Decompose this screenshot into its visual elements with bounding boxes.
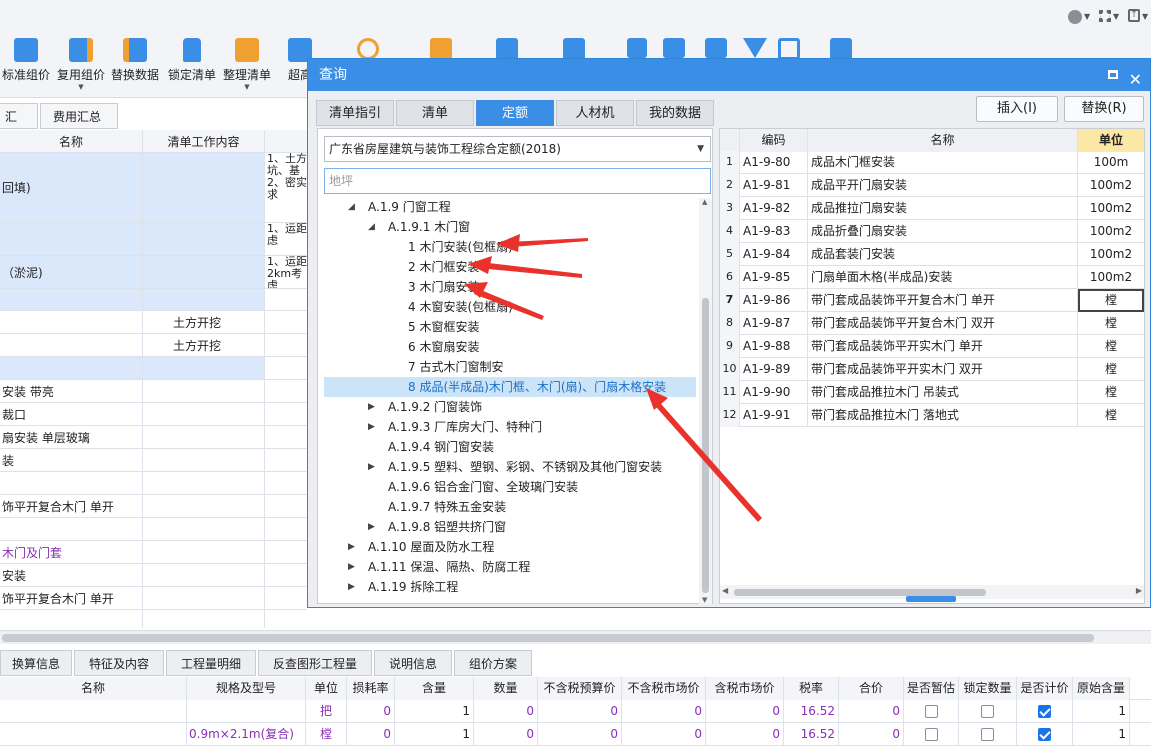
arrow-1-head: [496, 234, 520, 252]
arrow-2: [478, 262, 582, 278]
arrow-4-head: [646, 388, 668, 410]
arrow-4: [650, 396, 762, 522]
arrow-2-head: [468, 256, 492, 274]
arrow-3: [474, 288, 544, 320]
arrow-1: [508, 238, 588, 247]
annotation-arrows: [464, 234, 762, 522]
